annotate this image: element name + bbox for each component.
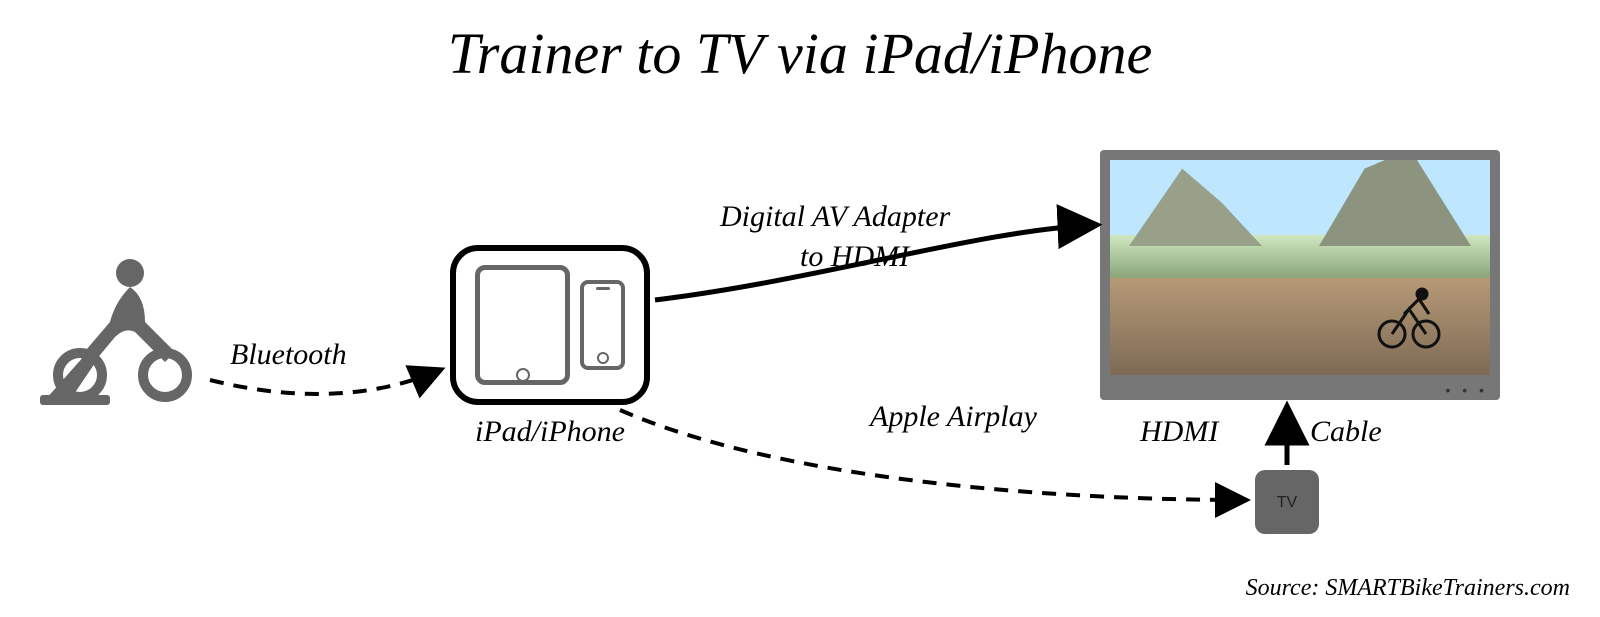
label-airplay: Apple Airplay (870, 400, 1037, 434)
label-device: iPad/iPhone (475, 415, 625, 449)
arrow-bluetooth (210, 370, 440, 394)
bike-trainer-icon (40, 255, 220, 405)
label-bluetooth: Bluetooth (230, 338, 347, 372)
label-hdmi-right: Cable (1310, 415, 1382, 449)
ipad-iphone-icon (450, 245, 650, 405)
label-av-adapter-2: to HDMI (800, 240, 909, 274)
label-hdmi-left: HDMI (1140, 415, 1218, 449)
apple-tv-label: TV (1277, 495, 1297, 511)
label-av-adapter-1: Digital AV Adapter (720, 200, 950, 234)
ipad-icon (475, 265, 570, 385)
tv-screen (1110, 160, 1490, 375)
tv-icon (1100, 150, 1500, 400)
apple-tv-icon: TV (1255, 470, 1319, 534)
source-attribution: Source: SMARTBikeTrainers.com (1246, 575, 1570, 602)
diagram-title: Trainer to TV via iPad/iPhone (0, 20, 1600, 87)
iphone-icon (580, 280, 625, 370)
